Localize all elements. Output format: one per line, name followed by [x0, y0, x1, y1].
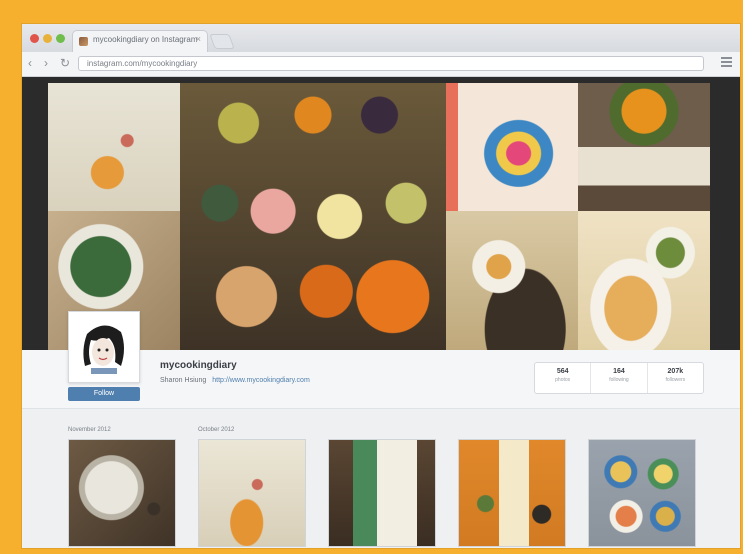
mosaic-photo-colorful-plate[interactable]: [446, 83, 578, 211]
reload-icon[interactable]: ↻: [60, 57, 70, 69]
orange-frame: mycookingdiary on Instagram × ‹ › ↻ inst…: [0, 0, 743, 554]
follow-button[interactable]: Follow: [68, 387, 140, 401]
photo-thumbnail[interactable]: [328, 439, 436, 547]
browser-tab[interactable]: mycookingdiary on Instagram ×: [72, 30, 208, 52]
mosaic-photo-soup-bowl[interactable]: [446, 211, 578, 350]
mosaic-photo-pastries[interactable]: [578, 211, 710, 350]
month-heading: October 2012: [198, 427, 235, 433]
mosaic-photo-flowers-book[interactable]: [578, 83, 710, 211]
photo-thumbnail[interactable]: [198, 439, 306, 547]
tab-bar: mycookingdiary on Instagram ×: [22, 24, 740, 52]
window-maximize-icon[interactable]: [56, 34, 65, 43]
stat-photos[interactable]: 564 photos: [535, 363, 592, 393]
photo-thumbnail[interactable]: [68, 439, 176, 547]
stat-value: 207k: [667, 368, 684, 375]
stat-value: 164: [613, 368, 625, 375]
photo-thumbnail[interactable]: [458, 439, 566, 547]
profile-page: Follow mycookingdiary Sharon Hsiung http…: [22, 77, 740, 548]
photo-mosaic: [48, 83, 710, 350]
cover-mosaic: [22, 77, 740, 350]
avatar[interactable]: [68, 311, 140, 383]
tab-close-icon[interactable]: ×: [196, 34, 201, 44]
avatar-illustration-icon: [69, 312, 139, 382]
tab-title: mycookingdiary on Instagram: [93, 35, 198, 44]
window-close-icon[interactable]: [30, 34, 39, 43]
browser-window: mycookingdiary on Instagram × ‹ › ↻ inst…: [22, 24, 740, 548]
address-bar[interactable]: instagram.com/mycookingdiary: [78, 56, 704, 71]
profile-full-name: Sharon Hsiung: [160, 377, 207, 384]
profile-website-link[interactable]: http://www.mycookingdiary.com: [212, 377, 310, 384]
new-tab-button[interactable]: [209, 34, 235, 49]
menu-icon[interactable]: [721, 57, 732, 69]
back-icon[interactable]: ‹: [28, 57, 32, 69]
mosaic-photo-squash-market[interactable]: [180, 83, 446, 350]
stat-label: following: [609, 377, 629, 383]
month-heading: November 2012: [68, 427, 111, 433]
stat-following[interactable]: 164 following: [591, 363, 648, 393]
mosaic-photo-pumpkin-vase[interactable]: [48, 83, 180, 211]
profile-stats: 564 photos 164 following 207k followers: [534, 362, 704, 394]
stat-value: 564: [556, 368, 569, 375]
window-minimize-icon[interactable]: [43, 34, 52, 43]
forward-icon[interactable]: ›: [44, 57, 48, 69]
profile-bio: Sharon Hsiung http://www.mycookingdiary.…: [160, 377, 310, 384]
profile-username: mycookingdiary: [160, 360, 237, 371]
stat-followers[interactable]: 207k followers: [648, 363, 703, 393]
browser-toolbar: ‹ › ↻ instagram.com/mycookingdiary: [22, 52, 740, 77]
stat-label: photos: [555, 377, 571, 383]
photo-thumbnail[interactable]: [588, 439, 696, 547]
favicon-icon: [79, 37, 88, 46]
stat-label: followers: [665, 377, 686, 383]
